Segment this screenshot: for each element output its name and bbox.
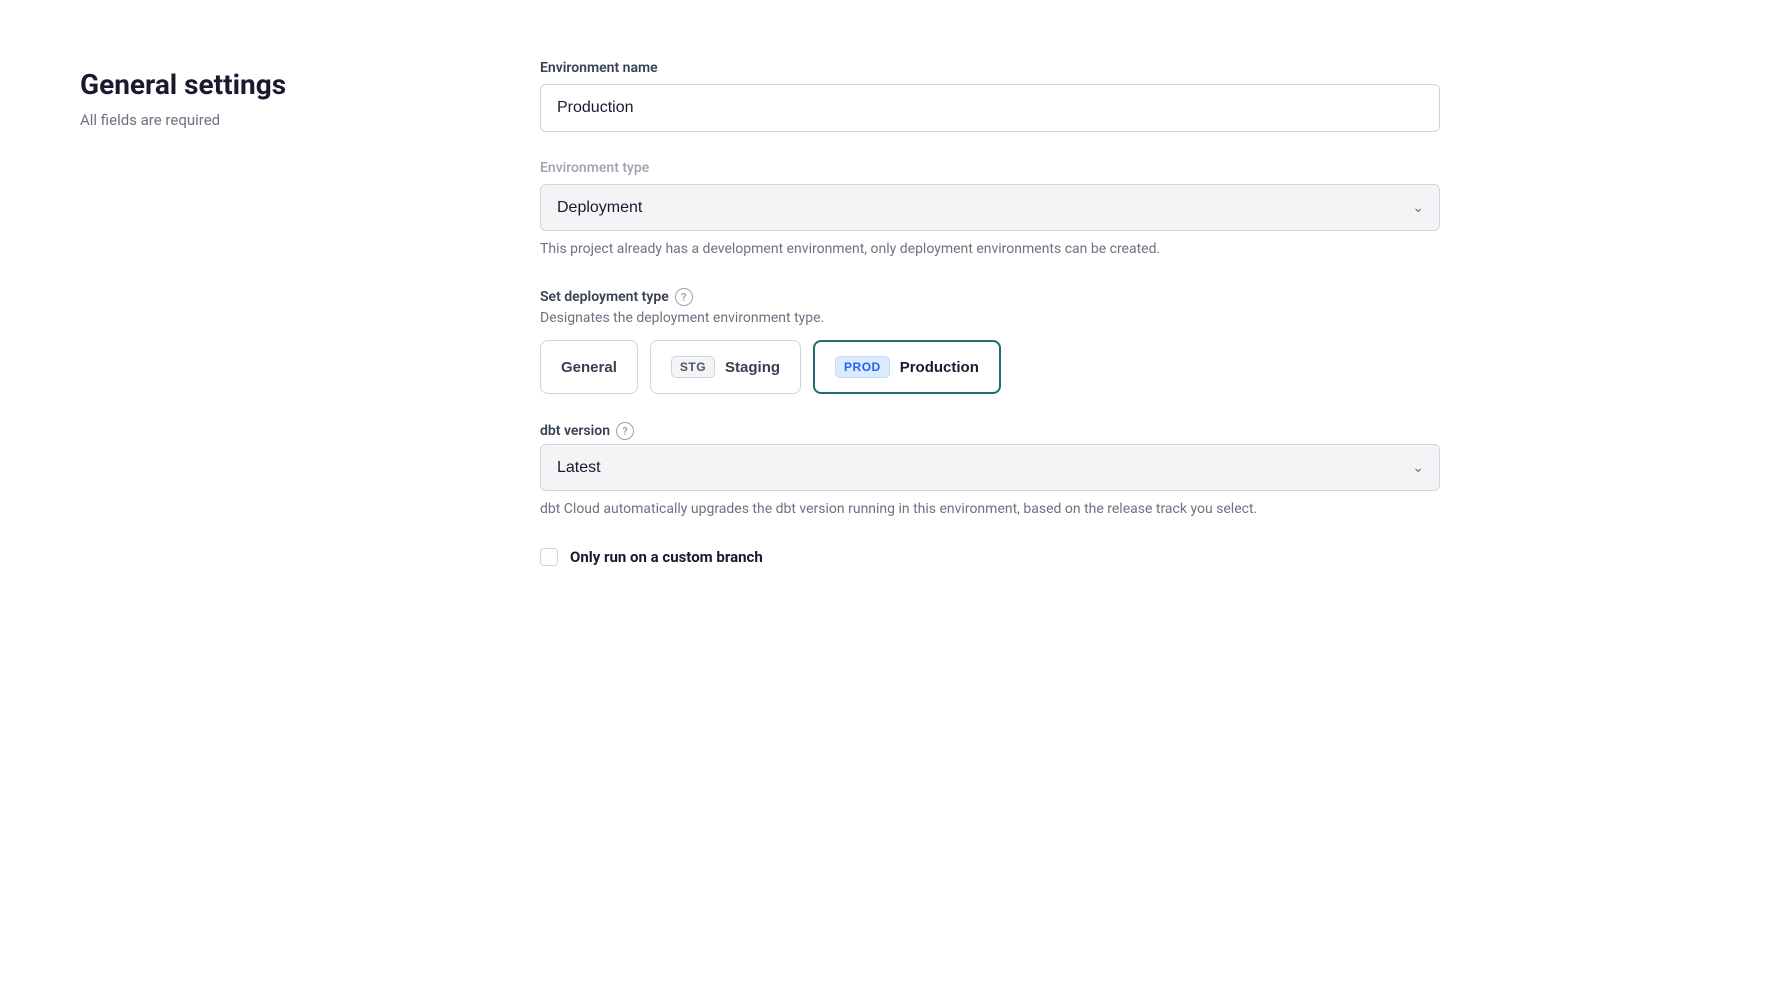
deployment-type-sublabel: Designates the deployment environment ty… <box>540 310 1440 326</box>
environment-type-helper: This project already has a development e… <box>540 239 1440 260</box>
deployment-type-options: General STG Staging PROD Production <box>540 340 1440 394</box>
custom-branch-label[interactable]: Only run on a custom branch <box>570 548 763 566</box>
custom-branch-checkbox[interactable] <box>540 548 558 566</box>
environment-type-select-wrapper: Deployment ⌄ <box>540 184 1440 231</box>
dbt-version-select-wrapper: Latest ⌄ <box>540 444 1440 491</box>
page-title: General settings <box>80 68 460 101</box>
deployment-type-label: Set deployment type <box>540 289 669 305</box>
environment-type-group: Environment type Deployment ⌄ This proje… <box>540 160 1440 260</box>
dbt-version-label-row: dbt version ? <box>540 422 1440 440</box>
dbt-version-group: dbt version ? Latest ⌄ dbt Cloud automat… <box>540 422 1440 520</box>
right-panel: Environment name Environment type Deploy… <box>540 60 1440 566</box>
dbt-version-select[interactable]: Latest <box>540 444 1440 491</box>
environment-name-group: Environment name <box>540 60 1440 132</box>
environment-name-label: Environment name <box>540 60 1440 76</box>
environment-type-select[interactable]: Deployment <box>540 184 1440 231</box>
environment-type-label: Environment type <box>540 160 1440 176</box>
dbt-version-helper: dbt Cloud automatically upgrades the dbt… <box>540 499 1440 520</box>
stg-badge: STG <box>671 356 715 378</box>
page-layout: General settings All fields are required… <box>80 60 1710 566</box>
prod-badge: PROD <box>835 356 890 378</box>
deployment-type-production-button[interactable]: PROD Production <box>813 340 1001 394</box>
deployment-type-staging-button[interactable]: STG Staging <box>650 340 801 394</box>
staging-label: Staging <box>725 359 780 376</box>
dbt-version-label: dbt version <box>540 423 610 439</box>
custom-branch-group: Only run on a custom branch <box>540 548 1440 566</box>
left-panel: General settings All fields are required <box>80 60 460 566</box>
deployment-type-help-icon[interactable]: ? <box>675 288 693 306</box>
general-label: General <box>561 359 617 376</box>
deployment-type-group: Set deployment type ? Designates the dep… <box>540 288 1440 394</box>
page-subtitle: All fields are required <box>80 111 460 129</box>
deployment-type-label-row: Set deployment type ? <box>540 288 1440 306</box>
environment-name-input[interactable] <box>540 84 1440 132</box>
production-label: Production <box>900 359 979 376</box>
deployment-type-general-button[interactable]: General <box>540 340 638 394</box>
dbt-version-help-icon[interactable]: ? <box>616 422 634 440</box>
